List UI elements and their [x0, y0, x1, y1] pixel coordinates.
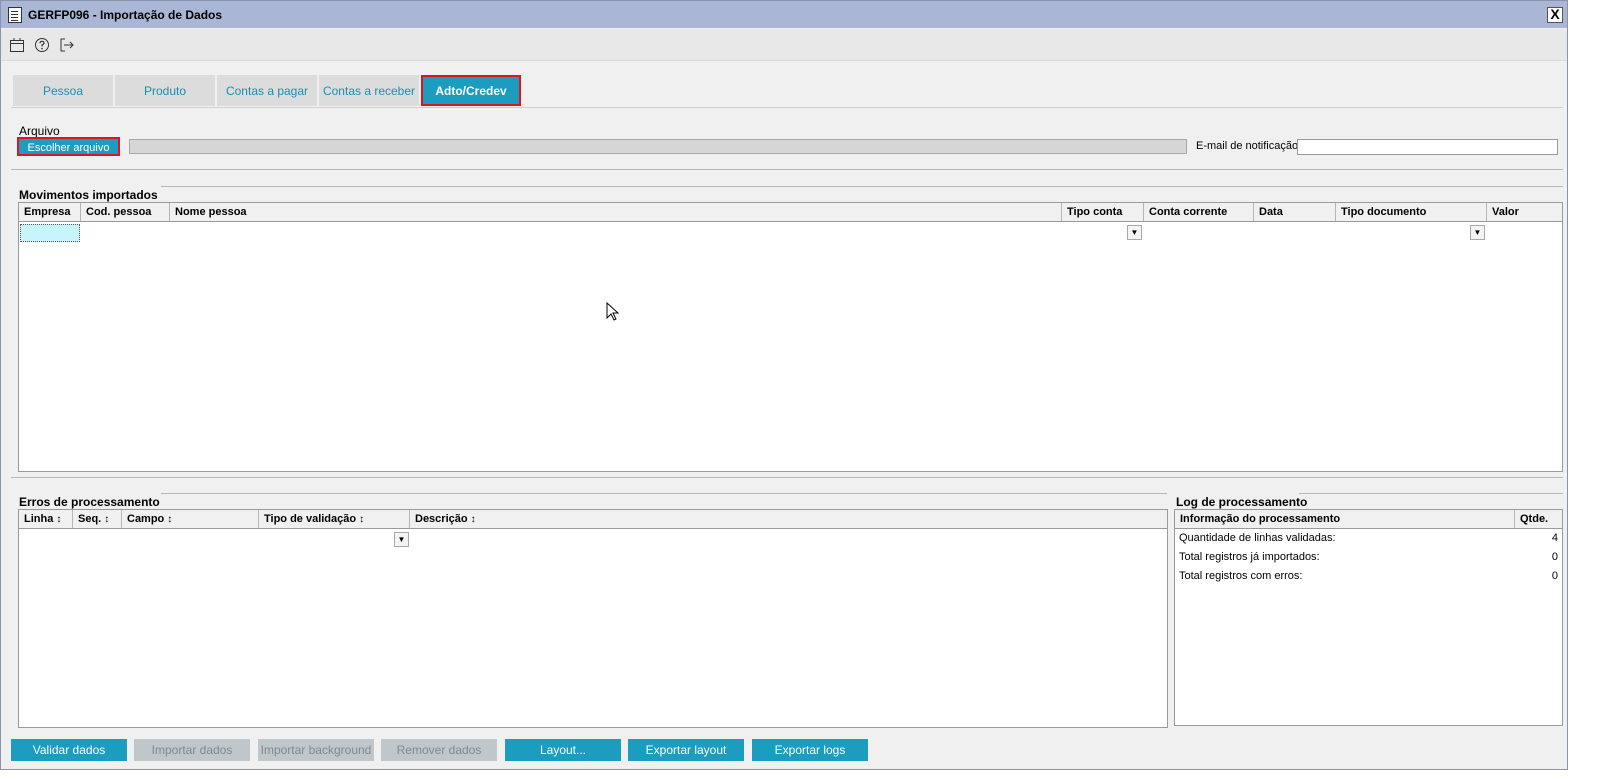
tipo-validacao-dropdown-icon[interactable]: ▼ — [394, 532, 409, 547]
layout-button[interactable]: Layout... — [505, 739, 621, 761]
column-header[interactable]: Cod. pessoa — [81, 203, 170, 221]
movimentos-grid: Empresa Cod. pessoa Nome pessoa Tipo con… — [18, 202, 1563, 472]
sort-icon: ↕ — [56, 514, 62, 525]
log-label: Total registros com erros: — [1179, 570, 1303, 582]
column-header[interactable]: Data — [1254, 203, 1336, 221]
column-label: Campo — [127, 513, 165, 525]
mouse-cursor-icon — [606, 302, 620, 321]
column-label: Seq. — [78, 513, 102, 525]
column-header[interactable]: Tipo documento — [1336, 203, 1487, 221]
log-qty: 4 — [1551, 532, 1558, 544]
log-row: Total registros já importados: 0 — [1175, 548, 1562, 567]
column-header: Informação do processamento — [1175, 510, 1515, 528]
sort-icon: ↕ — [167, 514, 173, 525]
tab-contas-a-receber[interactable]: Contas a receber — [319, 75, 419, 106]
divider — [1299, 493, 1563, 494]
log-qty: 0 — [1551, 570, 1558, 582]
column-label: Descrição — [415, 513, 468, 525]
erros-title: Erros de processamento — [19, 495, 160, 509]
log-grid: Informação do processamento Qtde. Quanti… — [1174, 509, 1563, 726]
window-title: GERFP096 - Importação de Dados — [28, 7, 223, 22]
calendar-icon[interactable] — [6, 34, 28, 56]
column-header[interactable]: Campo ↕ — [122, 510, 259, 528]
log-rows: Quantidade de linhas validadas: 4 Total r… — [1175, 529, 1562, 586]
tipo-conta-dropdown-icon[interactable]: ▼ — [1127, 225, 1142, 240]
tipo-documento-dropdown-icon[interactable]: ▼ — [1470, 225, 1485, 240]
log-row: Total registros com erros: 0 — [1175, 567, 1562, 586]
column-header[interactable]: Empresa — [19, 203, 81, 221]
column-header[interactable]: Descrição ↕ — [410, 510, 1167, 528]
grid-header: Informação do processamento Qtde. — [1175, 510, 1562, 529]
exit-icon[interactable] — [56, 34, 78, 56]
validate-data-button[interactable]: Validar dados — [11, 739, 127, 761]
column-header[interactable]: Linha ↕ — [19, 510, 73, 528]
grid-header: Empresa Cod. pessoa Nome pessoa Tipo con… — [19, 203, 1562, 222]
column-label: Linha — [24, 513, 54, 525]
log-qty: 0 — [1551, 551, 1558, 563]
tab-bar: Pessoa Produto Contas a pagar Contas a r… — [13, 75, 521, 106]
movimentos-title: Movimentos importados — [19, 188, 158, 202]
column-header[interactable]: Tipo de validação ↕ — [259, 510, 410, 528]
log-row: Quantidade de linhas validadas: 4 — [1175, 529, 1562, 548]
title-bar: GERFP096 - Importação de Dados X — [1, 1, 1567, 28]
close-button[interactable]: X — [1547, 7, 1563, 23]
document-icon — [8, 6, 22, 23]
help-icon[interactable] — [31, 34, 53, 56]
column-header[interactable]: Valor — [1487, 203, 1562, 221]
erros-grid: Linha ↕ Seq. ↕ Campo ↕ Tipo de validação ↕ D… — [18, 509, 1168, 728]
log-title: Log de processamento — [1176, 495, 1308, 509]
export-logs-button[interactable]: Exportar logs — [752, 739, 868, 761]
divider — [161, 186, 1563, 187]
log-label: Total registros já importados: — [1179, 551, 1320, 563]
import-background-button[interactable]: Importar background — [258, 739, 374, 761]
sort-icon: ↕ — [359, 514, 365, 525]
column-header[interactable]: Tipo conta — [1062, 203, 1144, 221]
column-header[interactable]: Seq. ↕ — [73, 510, 122, 528]
tab-produto[interactable]: Produto — [115, 75, 215, 106]
arquivo-title: Arquivo — [19, 124, 60, 138]
sort-icon: ↕ — [104, 514, 110, 525]
log-label: Quantidade de linhas validadas: — [1179, 532, 1336, 544]
file-path-bar — [129, 139, 1187, 154]
column-header[interactable]: Conta corrente — [1144, 203, 1254, 221]
tab-divider — [11, 107, 1563, 108]
toolbar — [1, 29, 1567, 61]
email-field[interactable] — [1297, 139, 1558, 155]
divider — [161, 493, 1167, 494]
choose-file-button[interactable]: Escolher arquivo — [17, 137, 120, 156]
selected-cell[interactable] — [20, 224, 80, 242]
column-header[interactable]: Nome pessoa — [170, 203, 1062, 221]
import-data-button[interactable]: Importar dados — [134, 739, 250, 761]
email-label: E-mail de notificação — [1196, 140, 1299, 152]
grid-header: Linha ↕ Seq. ↕ Campo ↕ Tipo de validação ↕ D… — [19, 510, 1167, 529]
tab-pessoa[interactable]: Pessoa — [13, 75, 113, 106]
remove-data-button[interactable]: Remover dados — [381, 739, 497, 761]
column-label: Tipo de validação — [264, 513, 357, 525]
divider — [11, 477, 1563, 478]
divider — [11, 169, 1563, 170]
main-window: GERFP096 - Importação de Dados X Pessoa … — [0, 0, 1568, 770]
sort-icon: ↕ — [470, 514, 476, 525]
tab-adto-credev[interactable]: Adto/Credev — [421, 75, 521, 106]
tab-contas-a-pagar[interactable]: Contas a pagar — [217, 75, 317, 106]
export-layout-button[interactable]: Exportar layout — [628, 739, 744, 761]
column-header: Qtde. — [1520, 513, 1549, 525]
